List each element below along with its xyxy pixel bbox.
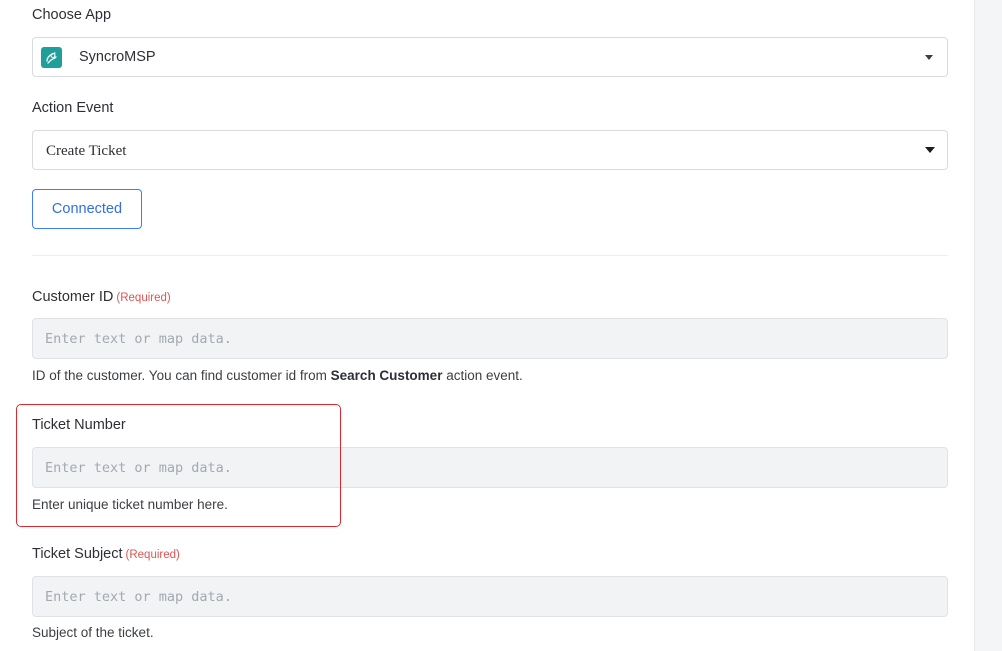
customer-id-label-text: Customer ID	[32, 289, 114, 305]
customer-id-help: ID of the customer. You can find custome…	[32, 368, 523, 383]
syncromsp-logo-icon	[41, 47, 62, 68]
customer-id-help-prefix: ID of the customer. You can find custome…	[32, 368, 331, 383]
ticket-number-label: Ticket Number	[32, 417, 126, 433]
customer-id-label: Customer ID (Required)	[32, 289, 171, 305]
choose-app-select[interactable]: SyncroMSP	[32, 37, 948, 77]
ticket-subject-input[interactable]	[32, 576, 948, 617]
ticket-subject-label: Ticket Subject (Required)	[32, 546, 180, 562]
connected-button[interactable]: Connected	[32, 189, 142, 229]
action-event-select[interactable]: Create Ticket	[32, 130, 948, 170]
choose-app-value: SyncroMSP	[79, 49, 156, 65]
section-divider	[32, 255, 948, 256]
action-setup-panel: Choose App SyncroMSP Action Event Create…	[0, 0, 975, 651]
required-marker: (Required)	[116, 292, 171, 304]
customer-id-input[interactable]	[32, 318, 948, 359]
chevron-down-icon	[925, 147, 935, 153]
search-customer-reference: Search Customer	[330, 368, 443, 383]
customer-id-help-suffix: action event.	[442, 368, 523, 383]
ticket-number-help: Enter unique ticket number here.	[32, 497, 228, 512]
ticket-number-input[interactable]	[32, 447, 948, 488]
choose-app-label: Choose App	[32, 7, 112, 23]
action-event-value: Create Ticket	[46, 143, 127, 159]
chevron-down-icon	[925, 55, 933, 60]
ticket-subject-label-text: Ticket Subject	[32, 546, 123, 562]
action-event-label: Action Event	[32, 100, 114, 116]
ticket-subject-help: Subject of the ticket.	[32, 625, 154, 640]
required-marker: (Required)	[125, 549, 180, 561]
